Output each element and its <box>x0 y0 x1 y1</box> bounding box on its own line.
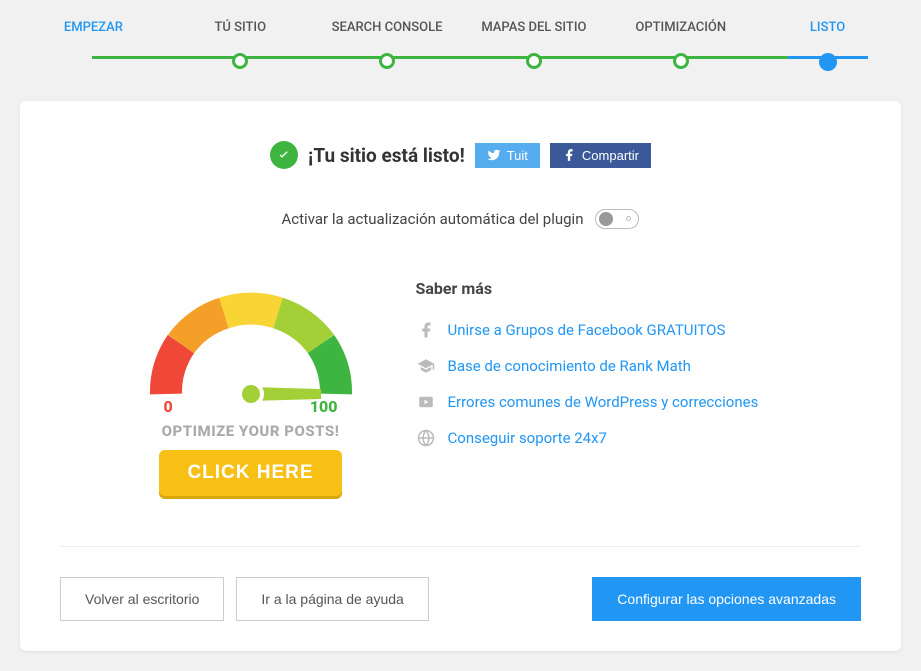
learn-item-errors: Errores comunes de WordPress y correccio… <box>416 392 776 412</box>
step-dot <box>526 53 542 69</box>
step-optimizacion[interactable]: OPTIMIZACIÓN <box>607 20 754 71</box>
learn-link-knowledge[interactable]: Base de conocimiento de Rank Math <box>448 357 691 375</box>
auto-update-label: Activar la actualización automática del … <box>282 210 584 228</box>
click-here-button[interactable]: CLICK HERE <box>159 450 341 496</box>
learn-link-errors[interactable]: Errores comunes de WordPress y correccio… <box>448 393 759 411</box>
step-dot <box>819 53 837 71</box>
step-empezar[interactable]: EMPEZAR <box>20 20 167 71</box>
gauge-widget: 0 100 OPTIMIZE YOUR POSTS! CLICK HERE <box>146 279 356 496</box>
learn-link-facebook[interactable]: Unirse a Grupos de Facebook GRATUITOS <box>448 321 726 339</box>
wizard-stepper: EMPEZAR TÚ SITIO SEARCH CONSOLE MAPAS DE… <box>20 20 901 71</box>
step-dot <box>379 53 395 69</box>
learn-item-support: Conseguir soporte 24x7 <box>416 428 776 448</box>
learn-item-facebook: Unirse a Grupos de Facebook GRATUITOS <box>416 320 776 340</box>
ready-title: ¡Tu sitio está listo! <box>308 144 465 167</box>
gauge-min: 0 <box>164 397 173 416</box>
help-button[interactable]: Ir a la página de ayuda <box>236 577 428 621</box>
auto-update-toggle[interactable] <box>595 209 639 229</box>
play-icon <box>416 392 436 412</box>
learn-item-knowledge: Base de conocimiento de Rank Math <box>416 356 776 376</box>
step-search-console[interactable]: SEARCH CONSOLE <box>314 20 461 71</box>
graduation-icon <box>416 356 436 376</box>
facebook-icon <box>416 320 436 340</box>
step-mapas[interactable]: MAPAS DEL SITIO <box>460 20 607 71</box>
dashboard-button[interactable]: Volver al escritorio <box>60 577 224 621</box>
optimize-text: OPTIMIZE YOUR POSTS! <box>146 422 356 440</box>
learn-more-title: Saber más <box>416 279 776 298</box>
gauge-icon <box>146 279 356 409</box>
twitter-button[interactable]: Tuit <box>475 143 540 168</box>
gauge-max: 100 <box>310 397 338 416</box>
check-icon <box>270 141 298 169</box>
step-listo[interactable]: LISTO <box>754 20 901 71</box>
step-dot <box>232 53 248 69</box>
step-tu-sitio[interactable]: TÚ SITIO <box>167 20 314 71</box>
facebook-icon <box>562 148 576 162</box>
learn-link-support[interactable]: Conseguir soporte 24x7 <box>448 429 607 447</box>
globe-icon <box>416 428 436 448</box>
step-dot <box>673 53 689 69</box>
advanced-options-button[interactable]: Configurar las opciones avanzadas <box>592 577 861 621</box>
main-card: ¡Tu sitio está listo! Tuit Compartir Act… <box>20 101 901 651</box>
facebook-button[interactable]: Compartir <box>550 143 651 168</box>
twitter-icon <box>487 148 501 162</box>
